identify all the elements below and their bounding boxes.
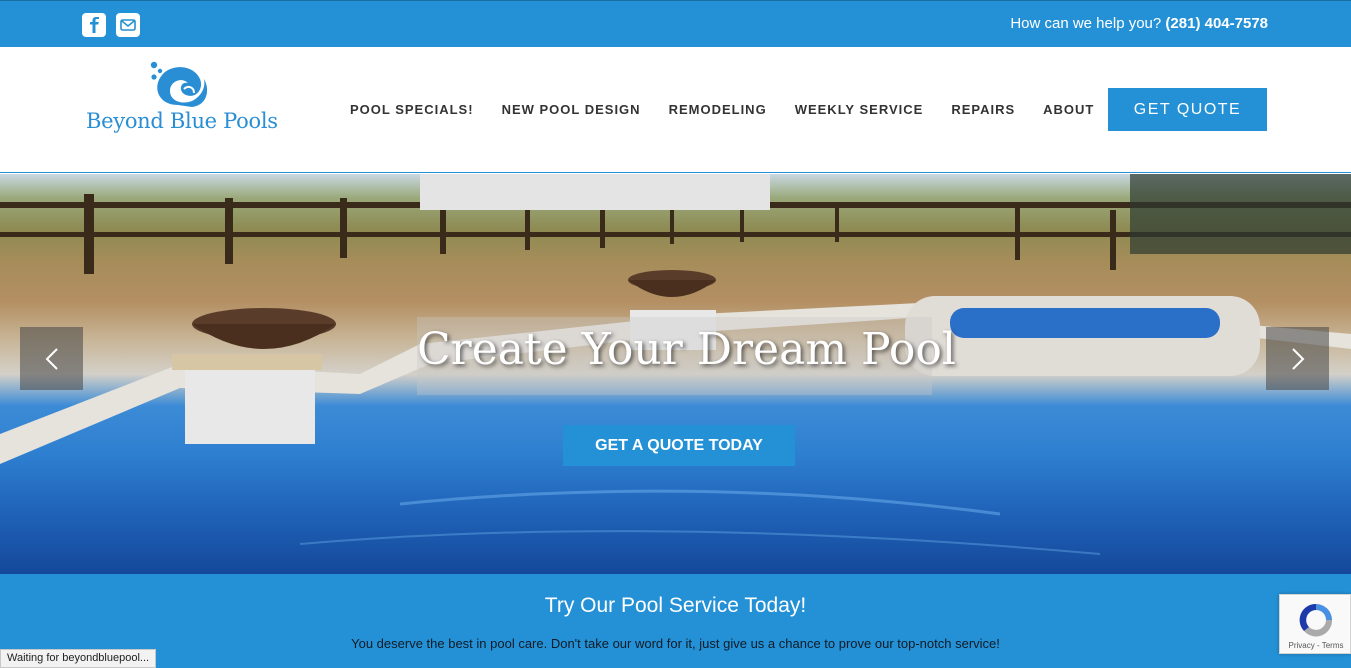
chevron-left-icon xyxy=(45,347,58,370)
chevron-right-icon xyxy=(1291,347,1304,370)
get-quote-button[interactable]: GET QUOTE xyxy=(1108,88,1267,131)
banner-title: Try Our Pool Service Today! xyxy=(544,594,807,617)
facebook-link[interactable] xyxy=(82,13,106,37)
nav-new-pool-design[interactable]: NEW POOL DESIGN xyxy=(502,102,641,117)
logo-wave-icon[interactable] xyxy=(148,59,212,109)
hero-slider: Create Your Dream Pool GET A QUOTE TODAY xyxy=(0,174,1351,574)
site-header: Beyond Blue Pools POOL SPECIALS! NEW POO… xyxy=(0,47,1351,173)
browser-status-bar: Waiting for beyondbluepool... xyxy=(0,649,157,668)
help-text: How can we help you? xyxy=(1010,15,1162,32)
nav-remodeling[interactable]: REMODELING xyxy=(669,102,767,117)
main-nav: POOL SPECIALS! NEW POOL DESIGN REMODELIN… xyxy=(350,102,1122,117)
nav-about[interactable]: ABOUT xyxy=(1043,102,1094,117)
help-contact: How can we help you? (281) 404-7578 xyxy=(1010,15,1268,32)
recaptcha-links[interactable]: Privacy - Terms xyxy=(1280,641,1351,650)
recaptcha-icon xyxy=(1299,603,1333,637)
banner-subtitle: You deserve the best in pool care. Don't… xyxy=(351,636,1000,651)
facebook-icon xyxy=(90,17,99,33)
slider-prev-button[interactable] xyxy=(20,327,83,390)
logo-text[interactable]: Beyond Blue Pools xyxy=(86,109,278,133)
email-link[interactable] xyxy=(116,13,140,37)
slider-next-button[interactable] xyxy=(1266,327,1329,390)
nav-pool-specials[interactable]: POOL SPECIALS! xyxy=(350,102,474,117)
top-bar: How can we help you? (281) 404-7578 xyxy=(0,0,1351,47)
service-banner: Try Our Pool Service Today! You deserve … xyxy=(0,574,1351,668)
nav-repairs[interactable]: REPAIRS xyxy=(951,102,1015,117)
hero-title: Create Your Dream Pool xyxy=(417,324,956,375)
mail-icon xyxy=(120,19,136,31)
phone-link[interactable]: (281) 404-7578 xyxy=(1165,15,1268,32)
hero-quote-button[interactable]: GET A QUOTE TODAY xyxy=(563,425,795,466)
recaptcha-badge[interactable]: Privacy - Terms xyxy=(1279,594,1351,654)
nav-weekly-service[interactable]: WEEKLY SERVICE xyxy=(795,102,924,117)
